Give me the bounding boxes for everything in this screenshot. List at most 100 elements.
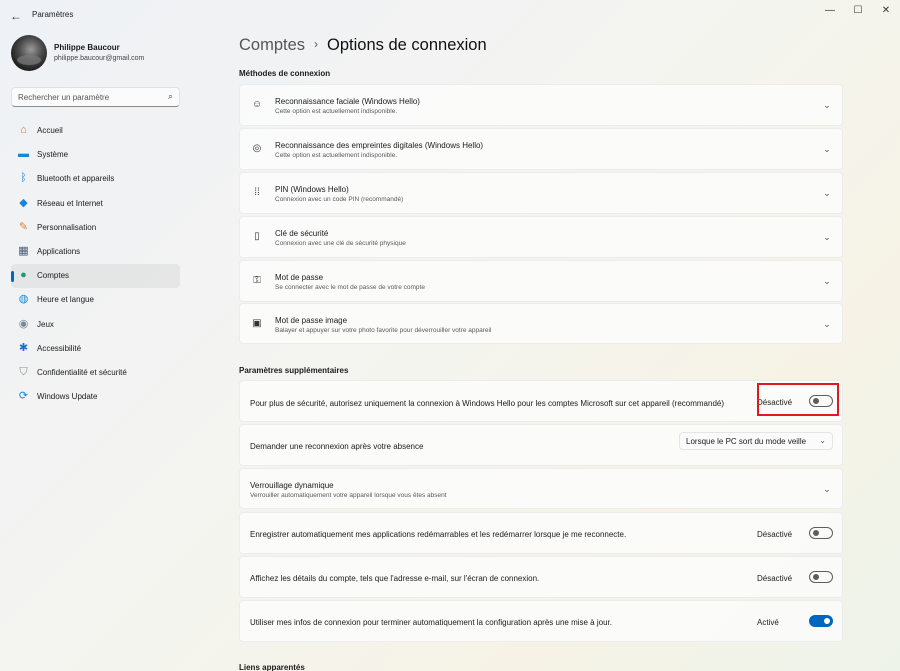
setting-label: Enregistrer automatiquement mes applicat…	[250, 530, 627, 539]
method-title: Mot de passe	[275, 273, 324, 282]
shield-icon: ⛉	[19, 365, 28, 378]
chevron-down-icon: ⌄	[823, 188, 831, 198]
method-subtitle: Cette option est actuellement indisponib…	[275, 108, 398, 115]
globe-icon: ◍	[18, 293, 29, 306]
setting-hello-only: Pour plus de sécurité, autorisez uniquem…	[239, 380, 843, 422]
maximize-icon[interactable]: ☐	[844, 4, 872, 18]
breadcrumb-parent[interactable]: Comptes	[239, 36, 305, 54]
sidebar-item-label: Bluetooth et appareils	[37, 174, 115, 184]
method-subtitle: Cette option est actuellement indisponib…	[275, 152, 398, 159]
chevron-down-icon: ⌄	[823, 484, 831, 494]
method-subtitle: Se connecter avec le mot de passe de vot…	[275, 284, 425, 291]
home-icon: ⌂	[20, 124, 27, 136]
setting-label: Affichez les détails du compte, tels que…	[250, 574, 540, 583]
sidebar-item-heure-langue[interactable]: ◍ Heure et langue	[11, 288, 180, 312]
sidebar-nav: ⌂ Accueil ▬ Système ᛒ Bluetooth et appar…	[11, 119, 180, 409]
setting-account-details: Affichez les détails du compte, tels que…	[239, 556, 843, 598]
method-subtitle: Balayer et appuyer sur votre photo favor…	[275, 327, 492, 334]
title-bar: ← Paramètres — ☐ ✕	[0, 0, 900, 32]
search-icon: ⌕	[167, 91, 173, 101]
sidebar-item-personnalisation[interactable]: ✎ Personnalisation	[11, 216, 180, 240]
method-security-key[interactable]: ▯ Clé de sécurité Connexion avec une clé…	[239, 216, 843, 258]
sidebar-item-reseau[interactable]: ◆ Réseau et Internet	[11, 192, 180, 216]
method-password[interactable]: ⚿ Mot de passe Se connecter avec le mot …	[239, 260, 843, 302]
sidebar-item-label: Comptes	[37, 271, 70, 281]
sidebar-item-applications[interactable]: ▦ Applications	[11, 240, 180, 264]
image-icon: ▣	[252, 318, 262, 329]
method-title: PIN (Windows Hello)	[275, 185, 349, 194]
back-arrow-icon[interactable]: ←	[8, 8, 24, 24]
sidebar-item-confidentialite[interactable]: ⛉ Confidentialité et sécurité	[11, 361, 180, 385]
sidebar-item-label: Accueil	[37, 126, 63, 135]
usb-key-icon: ▯	[254, 231, 260, 242]
method-title: Reconnaissance faciale (Windows Hello)	[275, 97, 420, 106]
toggle-state: Activé	[757, 618, 779, 627]
section-title-related: Liens apparentés	[239, 663, 305, 671]
user-email: philippe.baucour@gmail.com	[54, 55, 145, 62]
account-details-toggle[interactable]	[809, 571, 833, 583]
sidebar-item-accueil[interactable]: ⌂ Accueil	[11, 119, 180, 143]
section-title-additional: Paramètres supplémentaires	[239, 366, 349, 375]
setting-reconnect: Demander une reconnexion après votre abs…	[239, 424, 843, 466]
sidebar-item-jeux[interactable]: ◉ Jeux	[11, 313, 180, 337]
method-subtitle: Connexion avec une clé de sécurité physi…	[275, 240, 406, 247]
chevron-down-icon: ⌄	[823, 319, 831, 329]
restart-apps-toggle-group: Désactivé	[757, 526, 833, 542]
setting-title: Verrouillage dynamique	[250, 481, 334, 490]
apps-icon: ▦	[18, 244, 29, 257]
setting-label: Demander une reconnexion après votre abs…	[250, 442, 424, 451]
use-signin-info-toggle[interactable]	[809, 615, 833, 627]
gamepad-icon: ◉	[18, 317, 29, 330]
sidebar-item-bluetooth[interactable]: ᛒ Bluetooth et appareils	[11, 167, 180, 191]
setting-label: Utiliser mes infos de connexion pour ter…	[250, 618, 612, 627]
setting-dynamic-lock[interactable]: Verrouillage dynamique Verrouiller autom…	[239, 468, 843, 509]
setting-restart-apps: Enregistrer automatiquement mes applicat…	[239, 512, 843, 554]
sidebar-item-label: Accessibilité	[37, 343, 82, 353]
account-details-toggle-group: Désactivé	[757, 570, 833, 586]
toggle-knob	[824, 618, 830, 624]
method-subtitle: Connexion avec un code PIN (recommandé)	[275, 196, 404, 203]
search-input[interactable]: Rechercher un paramètre ⌕	[11, 87, 180, 107]
close-icon[interactable]: ✕	[872, 4, 900, 18]
setting-subtitle: Verrouiller automatiquement votre appare…	[250, 492, 447, 499]
use-signin-info-toggle-group: Activé	[757, 614, 833, 630]
chevron-down-icon: ⌄	[823, 276, 831, 286]
chevron-down-icon: ⌄	[823, 144, 831, 154]
sidebar-item-windows-update[interactable]: ⟳ Windows Update	[11, 385, 180, 409]
chevron-down-icon: ⌄	[823, 100, 831, 110]
method-picture-password[interactable]: ▣ Mot de passe image Balayer et appuyer …	[239, 303, 843, 344]
sidebar-item-systeme[interactable]: ▬ Système	[11, 143, 180, 167]
sidebar-item-comptes[interactable]: ● Comptes	[11, 264, 180, 289]
network-icon: ◆	[19, 196, 28, 209]
pin-icon: ⁞⁞	[254, 187, 260, 198]
sidebar-item-accessibilite[interactable]: ✱ Accessibilité	[11, 337, 180, 361]
sidebar-item-label: Windows Update	[37, 392, 98, 402]
reconnect-dropdown[interactable]: Lorsque le PC sort du mode veille ⌄	[679, 432, 833, 450]
chevron-down-icon: ⌄	[819, 436, 826, 445]
sidebar-item-label: Réseau et Internet	[37, 198, 103, 208]
method-pin[interactable]: ⁞⁞ PIN (Windows Hello) Connexion avec un…	[239, 172, 843, 214]
toggle-state: Désactivé	[757, 530, 793, 539]
fingerprint-icon: ◎	[252, 143, 262, 154]
chevron-down-icon: ⌄	[823, 232, 831, 242]
method-face[interactable]: ☺ Reconnaissance faciale (Windows Hello)…	[239, 84, 843, 126]
toggle-state: Désactivé	[757, 574, 793, 583]
sidebar-item-label: Personnalisation	[37, 222, 97, 232]
brush-icon: ✎	[18, 220, 29, 233]
accessibility-icon: ✱	[18, 341, 29, 354]
system-icon: ▬	[18, 148, 29, 161]
search-placeholder: Rechercher un paramètre	[18, 93, 110, 102]
face-icon: ☺	[251, 99, 263, 110]
toggle-knob	[813, 530, 819, 536]
app-title: Paramètres	[32, 10, 74, 19]
method-fingerprint[interactable]: ◎ Reconnaissance des empreintes digitale…	[239, 128, 843, 170]
minimize-icon[interactable]: —	[816, 4, 844, 18]
toggle-knob	[813, 574, 819, 580]
chevron-right-icon: ›	[314, 37, 319, 51]
sidebar-item-label: Heure et langue	[37, 295, 94, 305]
bluetooth-icon: ᛒ	[20, 172, 27, 185]
setting-use-signin-info: Utiliser mes infos de connexion pour ter…	[239, 600, 843, 642]
restart-apps-toggle[interactable]	[809, 527, 833, 539]
method-title: Clé de sécurité	[275, 229, 329, 238]
accounts-icon: ●	[20, 269, 27, 282]
